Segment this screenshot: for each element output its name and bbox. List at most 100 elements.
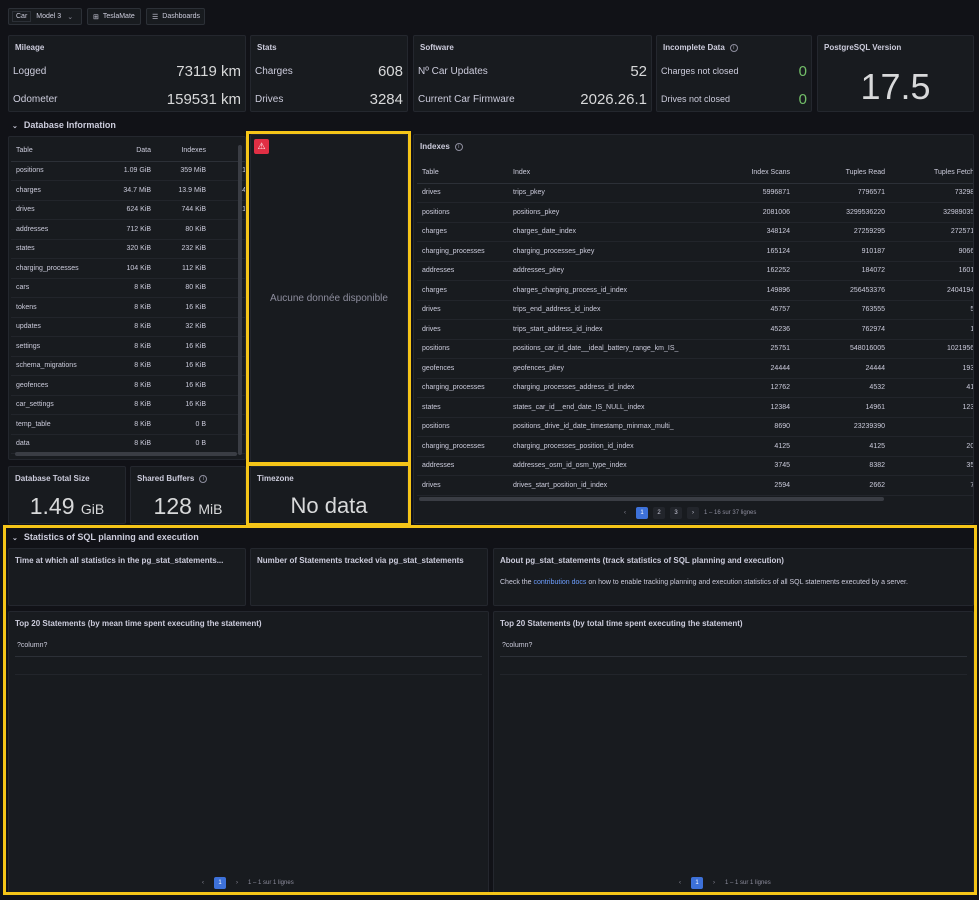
indexes-table: Table Index Index Scans Tuples Read Tuples F… xyxy=(417,163,973,496)
table-row: cars 8 KiB 80 KiB xyxy=(11,278,245,298)
info-icon[interactable]: i xyxy=(199,474,208,483)
contribution-docs-link[interactable]: contribution docs xyxy=(533,579,586,586)
page-1-button[interactable]: 1 xyxy=(691,877,703,889)
table-cell: 188 xyxy=(890,319,973,340)
table-cell: 548016005 xyxy=(795,339,890,359)
next-page-button[interactable]: › xyxy=(708,877,720,889)
shared-buffers-title: Shared Buffers xyxy=(137,474,195,483)
top-mean-column-header[interactable]: ?column? xyxy=(17,642,47,649)
top-total-panel: Top 20 Statements (by total time spent e… xyxy=(493,611,974,894)
drives-not-closed-row: Drives not closed 0 xyxy=(657,89,811,109)
incomplete-data-panel: Incomplete Data i Charges not closed 0 Dr… xyxy=(656,35,812,112)
indexes-title: Indexes xyxy=(420,142,450,151)
about-text: Check the contribution docs on how to en… xyxy=(500,577,965,589)
prev-page-button[interactable]: ‹ xyxy=(674,877,686,889)
table-row: charging_processes charging_processes_add… xyxy=(417,378,973,398)
chevron-down-icon: ⌄ xyxy=(12,123,18,130)
table-cell: geofences xyxy=(11,375,101,396)
table-cell: 45236 xyxy=(698,319,795,340)
table-cell: geofences xyxy=(417,358,508,379)
dashboards-label: Dashboards xyxy=(162,13,201,20)
column-header[interactable]: Index Scans xyxy=(698,163,795,184)
horizontal-scrollbar[interactable] xyxy=(15,452,237,456)
page-1-button[interactable]: 1 xyxy=(214,877,226,889)
prev-page-button[interactable]: ‹ xyxy=(197,877,209,889)
table-cell: 8 KiB xyxy=(101,336,156,357)
table-cell: 16 KiB xyxy=(156,375,211,396)
logged-value: 73119 km xyxy=(176,62,241,80)
next-page-button[interactable]: › xyxy=(687,507,699,519)
table-cell: positions_pkey xyxy=(508,202,698,223)
odometer-value: 159531 km xyxy=(166,90,241,108)
table-cell: 27259295 xyxy=(795,222,890,242)
charges-row: Charges 608 xyxy=(251,61,407,81)
table-cell: 27257153 xyxy=(890,222,973,242)
incomplete-title-wrap: Incomplete Data i xyxy=(663,43,738,52)
about-panel: About pg_stat_statements (track statisti… xyxy=(493,548,974,606)
timezone-value: No data xyxy=(290,493,368,518)
table-cell: 184072 xyxy=(795,261,890,281)
table-row: drives 624 KiB 744 KiB 1 xyxy=(11,200,245,220)
logged-label: Logged xyxy=(13,65,47,77)
column-header[interactable]: Indexes xyxy=(156,141,211,162)
table-row: geofencesgeofences_pkey244442444419310 xyxy=(417,358,973,379)
table-cell: 624 KiB xyxy=(101,200,156,220)
dashboards-link[interactable]: ☰ Dashboards xyxy=(146,8,205,25)
software-panel: Software Nº Car Updates 52 Current Car F… xyxy=(413,35,652,112)
stats-reset-panel: Time at which all statistics in the pg_s… xyxy=(8,548,246,606)
grid-icon: ⊞ xyxy=(93,13,99,21)
warning-icon[interactable]: ⚠ xyxy=(254,139,269,154)
vertical-scrollbar[interactable] xyxy=(238,145,242,455)
shared-buffers-value-wrap: 128 MiB xyxy=(131,493,245,520)
table-cell: states xyxy=(11,239,101,259)
column-header[interactable]: Data xyxy=(101,141,156,162)
table-cell: 8 KiB xyxy=(101,434,156,454)
table-cell: 348124 xyxy=(698,222,795,242)
table-cell: 1.09 GiB xyxy=(101,161,156,181)
column-header[interactable]: Tuples Fetched xyxy=(890,163,973,184)
sql-section-header[interactable]: ⌄ Statistics of SQL planning and executio… xyxy=(12,532,199,542)
page-1-button[interactable]: 1 xyxy=(636,507,648,519)
page-3-button[interactable]: 3 xyxy=(670,507,682,519)
horizontal-scrollbar[interactable] xyxy=(419,497,884,501)
odometer-row: Odometer 159531 km xyxy=(9,89,245,109)
table-cell: 910187 xyxy=(795,241,890,262)
table-cell: cars xyxy=(11,278,101,298)
teslamate-link[interactable]: ⊞ TeslaMate xyxy=(87,8,141,25)
table-cell: 13.9 MiB xyxy=(156,180,211,201)
next-page-button[interactable]: › xyxy=(231,877,243,889)
table-cell: positions xyxy=(11,161,101,181)
table-cell: updates xyxy=(11,317,101,337)
page-2-button[interactable]: 2 xyxy=(653,507,665,519)
db-total-size-panel: Database Total Size 1.49 GiB xyxy=(8,466,126,524)
table-cell: 16 KiB xyxy=(156,297,211,318)
statements-count-title: Number of Statements tracked via pg_stat… xyxy=(257,556,464,565)
column-header[interactable]: Tuples Read xyxy=(795,163,890,184)
column-header[interactable]: Index xyxy=(508,163,698,184)
table-cell: geofences_pkey xyxy=(508,358,698,379)
table-row: drives trips_end_address_id_index 45757 763… xyxy=(417,300,973,320)
table-cell: charges_charging_process_id_index xyxy=(508,280,698,301)
table-cell: 906694 xyxy=(890,241,973,262)
sql-section-title: Statistics of SQL planning and execution xyxy=(23,532,199,542)
prev-page-button[interactable]: ‹ xyxy=(619,507,631,519)
db-section-header[interactable]: ⌄ Database Information xyxy=(12,120,116,130)
table-cell: charging_processes xyxy=(417,241,508,262)
table-cell: 712 KiB xyxy=(101,219,156,240)
table-cell: trips_start_address_id_index xyxy=(508,319,698,340)
about-title: About pg_stat_statements (track statisti… xyxy=(500,556,784,565)
table-cell: 160197 xyxy=(890,261,973,281)
firmware-value: 2026.26.1 xyxy=(580,90,647,108)
column-header[interactable]: Table xyxy=(11,141,101,162)
list-icon: ☰ xyxy=(152,13,159,21)
info-icon[interactable]: i xyxy=(454,142,463,151)
table-cell: 112 KiB xyxy=(156,258,211,279)
table-cell: 744 KiB xyxy=(156,200,211,220)
no-data-panel: ⚠ Aucune donnée disponible xyxy=(250,134,408,464)
table-cell: drives xyxy=(417,319,508,340)
db-tables-table: Table Data Indexes positions 1.09 GiB 359 Mi… xyxy=(11,141,245,454)
info-icon[interactable]: i xyxy=(729,43,738,52)
car-selector[interactable]: Car Model 3 ⌄ xyxy=(8,8,82,25)
column-header[interactable]: Table xyxy=(417,163,508,184)
top-total-column-header[interactable]: ?column? xyxy=(502,642,532,649)
